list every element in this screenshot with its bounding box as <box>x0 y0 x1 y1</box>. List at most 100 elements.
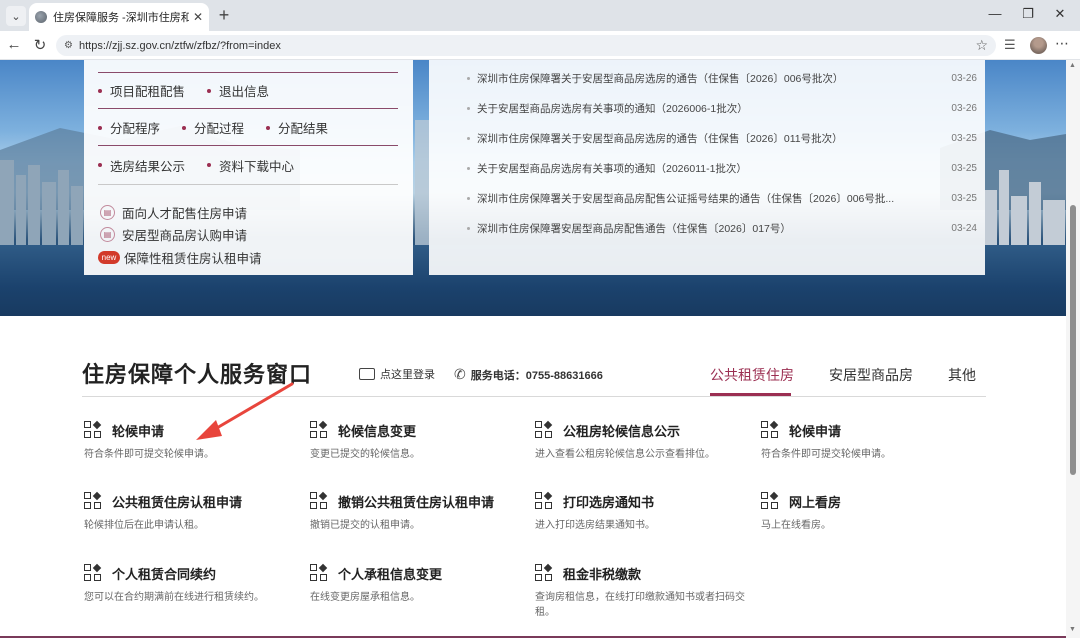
menu-row-partial <box>98 60 398 73</box>
service-card[interactable]: 个人租赁合同续约 您可以在合约期满前在线进行租赁续约。 <box>84 563 299 605</box>
browser-tab[interactable]: 住房保障服务 -深圳市住房和建设局 ✕ <box>29 3 209 31</box>
more-menu-icon[interactable]: ⋯ <box>1055 35 1069 52</box>
tab-affordable-housing[interactable]: 安居型商品房 <box>829 365 913 385</box>
reload-icon[interactable]: ↻ <box>30 36 50 54</box>
news-item[interactable]: 关于安居型商品房选房有关事项的通知（2026011-1批次） 03-25 <box>467 158 977 178</box>
apply-link-label: 面向人才配售住房申请 <box>122 207 248 221</box>
news-title: 关于安居型商品房选房有关事项的通知（2026011-1批次） <box>477 162 747 175</box>
monitor-icon <box>359 368 375 380</box>
apply-link-label: 保障性租赁住房认租申请 <box>124 252 262 266</box>
profile-avatar[interactable] <box>1030 37 1047 54</box>
new-tab-plus-icon[interactable]: + <box>214 5 234 26</box>
bookmark-star-icon[interactable]: ☆ <box>975 37 988 54</box>
new-badge: new <box>98 251 120 264</box>
service-card[interactable]: 个人承租信息变更 在线变更房屋承租信息。 <box>310 563 525 605</box>
card-desc: 在线变更房屋承租信息。 <box>310 592 420 603</box>
grid-app-icon <box>84 420 102 439</box>
grid-app-icon <box>761 491 779 510</box>
card-title: 个人租赁合同续约 <box>112 566 217 582</box>
news-date: 03-25 <box>951 162 977 174</box>
news-item[interactable]: 深圳市住房保障署关于安居型商品房选房的通告（住保售〔2026〕006号批次） 0… <box>467 68 977 88</box>
news-item[interactable]: 关于安居型商品房选房有关事项的通知（2026006-1批次） 03-26 <box>467 98 977 118</box>
maximize-icon[interactable]: ❐ <box>1018 6 1038 22</box>
card-desc: 符合条件即可提交轮候申请。 <box>84 449 214 460</box>
menu-item-selection-result[interactable]: 选房结果公示 <box>98 156 185 175</box>
tab-public-rental[interactable]: 公共租赁住房 <box>710 365 794 385</box>
news-title: 关于安居型商品房选房有关事项的通知（2026006-1批次） <box>477 102 748 115</box>
tab-title: 住房保障服务 -深圳市住房和建设局 <box>53 12 189 24</box>
talent-housing-apply-link[interactable]: ▤ 面向人才配售住房申请 <box>100 203 247 222</box>
card-desc: 查询房租信息，在线打印缴款通知书或者扫码交租。 <box>535 592 745 618</box>
tab-other[interactable]: 其他 <box>948 365 976 385</box>
grid-app-icon <box>310 563 328 582</box>
favorites-icon[interactable]: ☰ <box>1004 37 1016 53</box>
menu-item-download-center[interactable]: 资料下载中心 <box>207 156 294 175</box>
menu-item-allocation-result[interactable]: 分配结果 <box>266 118 328 137</box>
service-card[interactable]: 撤销公共租赁住房认租申请 撤销已提交的认租申请。 <box>310 491 525 533</box>
news-item[interactable]: 深圳市住房保障署关于安居型商品房配售公证摇号结果的通告（住保售〔2026〕006… <box>467 188 977 208</box>
url-field[interactable]: ⚙ https://zjj.sz.gov.cn/ztfw/zfbz/?from=… <box>56 35 996 56</box>
grid-app-icon <box>310 420 328 439</box>
card-title: 打印选房通知书 <box>563 494 655 510</box>
service-card[interactable]: 租金非税缴款 查询房租信息，在线打印缴款通知书或者扫码交租。 <box>535 563 755 620</box>
card-title: 轮候申请 <box>789 423 842 439</box>
news-item-partial[interactable] <box>467 60 977 66</box>
scroll-up-icon[interactable]: ▲ <box>1069 62 1076 69</box>
grid-app-icon <box>535 563 553 582</box>
card-title: 个人承租信息变更 <box>338 566 443 582</box>
news-item[interactable]: 深圳市住房保障署安居型商品房配售通告（住保售〔2026〕017号） 03-24 <box>467 218 977 238</box>
service-card[interactable]: 网上看房 马上在线看房。 <box>761 491 976 533</box>
login-link[interactable]: 点这里登录 <box>359 366 435 382</box>
news-title: 深圳市住房保障署安居型商品房配售通告（住保售〔2026〕017号） <box>477 222 791 235</box>
menu-row-3: 选房结果公示 资料下载中心 <box>98 147 398 183</box>
news-date: 03-24 <box>951 222 977 234</box>
service-card[interactable]: 打印选房通知书 进入打印选房结果通知书。 <box>535 491 750 533</box>
card-desc: 变更已提交的轮候信息。 <box>310 449 420 460</box>
card-title: 租金非税缴款 <box>563 566 642 582</box>
scroll-thumb[interactable] <box>1070 205 1076 475</box>
menu-item-allocation-process[interactable]: 分配过程 <box>182 118 244 137</box>
grid-app-icon <box>761 420 779 439</box>
news-date: 03-26 <box>951 102 977 114</box>
tab-list-chevron-icon[interactable]: ⌄ <box>6 6 26 26</box>
site-favicon-icon <box>35 11 47 23</box>
card-desc: 您可以在合约期满前在线进行租赁续约。 <box>84 592 264 603</box>
card-desc: 符合条件即可提交轮候申请。 <box>761 449 891 460</box>
service-card[interactable]: 公租房轮候信息公示 进入查看公租房轮候信息公示查看排位。 <box>535 420 750 462</box>
menu-row-1: 项目配租配售 退出信息 <box>98 73 398 109</box>
back-arrow-icon[interactable]: ← <box>4 36 24 53</box>
news-title: 深圳市住房保障署关于安居型商品房配售公证摇号结果的通告（住保售〔2026〕006… <box>477 192 895 205</box>
grid-app-icon <box>310 491 328 510</box>
phone-icon: ✆ <box>454 366 466 382</box>
news-item[interactable]: 深圳市住房保障署关于安居型商品房选房的通告（住保售〔2026〕011号批次） 0… <box>467 128 977 148</box>
login-label: 点这里登录 <box>380 369 435 381</box>
apply-doc-icon: ▤ <box>100 205 115 220</box>
close-window-icon[interactable]: ✕ <box>1050 6 1070 22</box>
service-menu-panel: 项目配租配售 退出信息 分配程序 分配过程 分配结果 选房结果公示 资料下载中心… <box>84 60 413 275</box>
menu-item-project-allocation[interactable]: 项目配租配售 <box>98 81 185 100</box>
menu-item-exit-info[interactable]: 退出信息 <box>207 81 269 100</box>
tab-bar: ⌄ 住房保障服务 -深圳市住房和建设局 ✕ + — ❐ ✕ <box>0 0 1080 31</box>
page-viewport: 项目配租配售 退出信息 分配程序 分配过程 分配结果 选房结果公示 资料下载中心… <box>0 60 1066 638</box>
grid-app-icon <box>84 491 102 510</box>
menu-row-2: 分配程序 分配过程 分配结果 <box>98 110 398 146</box>
service-card[interactable]: 轮候申请 符合条件即可提交轮候申请。 <box>761 420 976 462</box>
close-tab-icon[interactable]: ✕ <box>193 10 203 24</box>
scroll-down-icon[interactable]: ▼ <box>1069 626 1076 633</box>
service-phone: ✆ 服务电话：0755-88631666 <box>454 366 603 383</box>
minimize-icon[interactable]: — <box>985 6 1005 21</box>
page-scrollbar[interactable]: ▲ ▼ <box>1066 60 1080 638</box>
card-title: 撤销公共租赁住房认租申请 <box>338 494 495 510</box>
card-title: 轮候信息变更 <box>338 423 417 439</box>
service-card[interactable]: 轮候信息变更 变更已提交的轮候信息。 <box>310 420 525 462</box>
menu-divider <box>98 184 398 185</box>
news-title: 深圳市住房保障署关于安居型商品房选房的通告（住保售〔2026〕006号批次） <box>477 72 844 85</box>
rental-housing-apply-link[interactable]: new 保障性租赁住房认租申请 <box>98 248 262 267</box>
menu-item-allocation-procedure[interactable]: 分配程序 <box>98 118 160 137</box>
site-info-icon[interactable]: ⚙ <box>64 40 73 51</box>
news-title: 深圳市住房保障署关于安居型商品房选房的通告（住保售〔2026〕011号批次） <box>477 132 843 145</box>
card-title: 网上看房 <box>789 494 842 510</box>
affordable-housing-apply-link[interactable]: ▤ 安居型商品房认购申请 <box>100 225 247 244</box>
news-date: 03-26 <box>951 72 977 84</box>
service-card[interactable]: 公共租赁住房认租申请 轮候排位后在此申请认租。 <box>84 491 299 533</box>
